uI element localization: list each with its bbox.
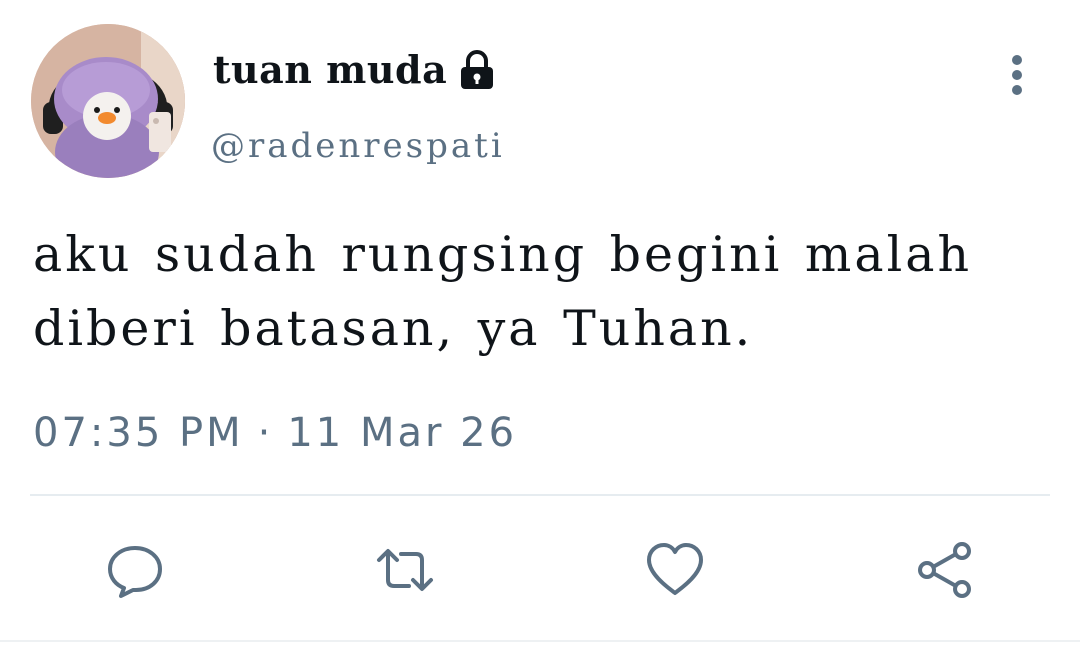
tweet-text: aku sudah rungsing begini malah diberi b… <box>33 226 973 357</box>
share-icon <box>918 542 971 598</box>
display-name[interactable]: tuan muda <box>213 44 497 96</box>
display-name-text: tuan muda <box>213 47 448 92</box>
divider <box>30 494 1050 496</box>
like-button[interactable] <box>645 540 705 600</box>
user-handle[interactable]: @radenrespati <box>211 120 505 172</box>
timestamp-separator: · <box>257 410 274 456</box>
tweet-time: 07:35 PM <box>33 410 244 456</box>
reply-icon <box>108 546 162 598</box>
reply-button[interactable] <box>105 540 165 600</box>
retweet-icon <box>377 549 433 591</box>
tweet-timestamp[interactable]: 07:35 PM · 11 Mar 26 <box>33 406 517 460</box>
lock-icon <box>461 50 494 89</box>
share-button[interactable] <box>915 540 975 600</box>
heart-icon <box>647 543 703 595</box>
bottom-divider <box>0 640 1080 642</box>
tweet-card: tuan muda @radenrespati aku sudah rungsi… <box>0 0 1080 660</box>
avatar[interactable] <box>31 24 185 178</box>
tweet-date: 11 Mar 26 <box>287 410 518 456</box>
more-options-icon[interactable] <box>1000 54 1034 98</box>
retweet-button[interactable] <box>375 540 435 600</box>
